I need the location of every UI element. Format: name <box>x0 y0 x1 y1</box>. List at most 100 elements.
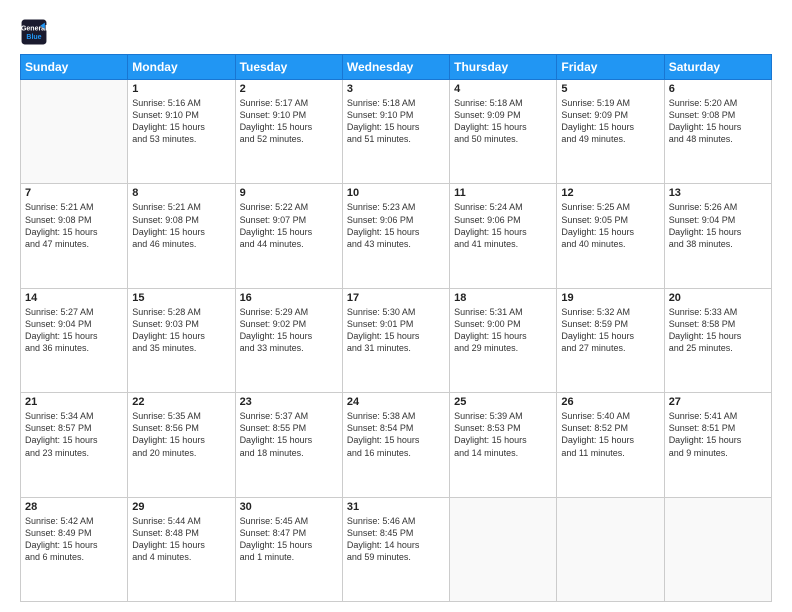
cell-info: Sunrise: 5:22 AM Sunset: 9:07 PM Dayligh… <box>240 201 338 250</box>
cell-info: Sunrise: 5:28 AM Sunset: 9:03 PM Dayligh… <box>132 306 230 355</box>
day-number: 20 <box>669 292 767 304</box>
calendar-cell: 29Sunrise: 5:44 AM Sunset: 8:48 PM Dayli… <box>128 497 235 601</box>
cell-info: Sunrise: 5:40 AM Sunset: 8:52 PM Dayligh… <box>561 410 659 459</box>
cell-info: Sunrise: 5:34 AM Sunset: 8:57 PM Dayligh… <box>25 410 123 459</box>
cell-info: Sunrise: 5:45 AM Sunset: 8:47 PM Dayligh… <box>240 515 338 564</box>
day-number: 8 <box>132 187 230 199</box>
calendar-cell: 5 Sunrise: 5:19 AM Sunset: 9:09 PM Daylig… <box>557 80 664 184</box>
calendar-cell: 25 Sunrise: 5:39 AM Sunset: 8:53 PM Dayli… <box>450 393 557 497</box>
cell-info: Sunrise: 5:27 AM Sunset: 9:04 PM Dayligh… <box>25 306 123 355</box>
cell-info: Sunrise: 5:35 AM Sunset: 8:56 PM Dayligh… <box>132 410 230 459</box>
calendar-cell: 20Sunrise: 5:33 AM Sunset: 8:58 PM Dayli… <box>664 288 771 392</box>
calendar-cell: 9 Sunrise: 5:22 AM Sunset: 9:07 PM Daylig… <box>235 184 342 288</box>
calendar-cell: 22 Sunrise: 5:35 AM Sunset: 8:56 PM Dayli… <box>128 393 235 497</box>
calendar-cell <box>21 80 128 184</box>
cell-info: Sunrise: 5:21 AM Sunset: 9:08 PM Dayligh… <box>25 201 123 250</box>
calendar-cell: 13 Sunrise: 5:26 AM Sunset: 9:04 PM Dayli… <box>664 184 771 288</box>
cell-info: Sunrise: 5:37 AM Sunset: 8:55 PM Dayligh… <box>240 410 338 459</box>
day-number: 4 <box>454 83 552 95</box>
calendar-week-3: 14 Sunrise: 5:27 AM Sunset: 9:04 PM Dayli… <box>21 288 772 392</box>
calendar-cell: 19 Sunrise: 5:32 AM Sunset: 8:59 PM Dayli… <box>557 288 664 392</box>
cell-info: Sunrise: 5:29 AM Sunset: 9:02 PM Dayligh… <box>240 306 338 355</box>
calendar-week-1: 1 Sunrise: 5:16 AM Sunset: 9:10 PM Daylig… <box>21 80 772 184</box>
calendar-cell: 26 Sunrise: 5:40 AM Sunset: 8:52 PM Dayli… <box>557 393 664 497</box>
day-number: 28 <box>25 501 123 513</box>
cell-info: Sunrise: 5:17 AM Sunset: 9:10 PM Dayligh… <box>240 97 338 146</box>
page: General Blue SundayMondayTuesdayWednesda… <box>0 0 792 612</box>
day-number: 16 <box>240 292 338 304</box>
day-number: 5 <box>561 83 659 95</box>
day-number: 3 <box>347 83 445 95</box>
day-number: 13 <box>669 187 767 199</box>
calendar-cell: 30 Sunrise: 5:45 AM Sunset: 8:47 PM Dayli… <box>235 497 342 601</box>
cell-info: Sunrise: 5:26 AM Sunset: 9:04 PM Dayligh… <box>669 201 767 250</box>
calendar-cell: 14 Sunrise: 5:27 AM Sunset: 9:04 PM Dayli… <box>21 288 128 392</box>
calendar-cell <box>450 497 557 601</box>
day-number: 14 <box>25 292 123 304</box>
calendar-week-4: 21Sunrise: 5:34 AM Sunset: 8:57 PM Dayli… <box>21 393 772 497</box>
cell-info: Sunrise: 5:32 AM Sunset: 8:59 PM Dayligh… <box>561 306 659 355</box>
day-number: 17 <box>347 292 445 304</box>
day-number: 27 <box>669 396 767 408</box>
cell-info: Sunrise: 5:41 AM Sunset: 8:51 PM Dayligh… <box>669 410 767 459</box>
cell-info: Sunrise: 5:16 AM Sunset: 9:10 PM Dayligh… <box>132 97 230 146</box>
cell-info: Sunrise: 5:23 AM Sunset: 9:06 PM Dayligh… <box>347 201 445 250</box>
day-number: 6 <box>669 83 767 95</box>
calendar-cell: 21Sunrise: 5:34 AM Sunset: 8:57 PM Dayli… <box>21 393 128 497</box>
calendar-cell <box>557 497 664 601</box>
cell-info: Sunrise: 5:38 AM Sunset: 8:54 PM Dayligh… <box>347 410 445 459</box>
calendar-cell: 11 Sunrise: 5:24 AM Sunset: 9:06 PM Dayli… <box>450 184 557 288</box>
cell-info: Sunrise: 5:24 AM Sunset: 9:06 PM Dayligh… <box>454 201 552 250</box>
calendar-cell: 27 Sunrise: 5:41 AM Sunset: 8:51 PM Dayli… <box>664 393 771 497</box>
calendar-cell: 15Sunrise: 5:28 AM Sunset: 9:03 PM Dayli… <box>128 288 235 392</box>
weekday-header-thursday: Thursday <box>450 55 557 80</box>
cell-info: Sunrise: 5:21 AM Sunset: 9:08 PM Dayligh… <box>132 201 230 250</box>
calendar-cell: 3 Sunrise: 5:18 AM Sunset: 9:10 PM Daylig… <box>342 80 449 184</box>
day-number: 19 <box>561 292 659 304</box>
day-number: 1 <box>132 83 230 95</box>
day-number: 7 <box>25 187 123 199</box>
calendar-cell: 4 Sunrise: 5:18 AM Sunset: 9:09 PM Daylig… <box>450 80 557 184</box>
calendar-cell: 24 Sunrise: 5:38 AM Sunset: 8:54 PM Dayli… <box>342 393 449 497</box>
day-number: 26 <box>561 396 659 408</box>
day-number: 12 <box>561 187 659 199</box>
calendar-week-5: 28Sunrise: 5:42 AM Sunset: 8:49 PM Dayli… <box>21 497 772 601</box>
calendar-cell: 23 Sunrise: 5:37 AM Sunset: 8:55 PM Dayli… <box>235 393 342 497</box>
cell-info: Sunrise: 5:30 AM Sunset: 9:01 PM Dayligh… <box>347 306 445 355</box>
cell-info: Sunrise: 5:18 AM Sunset: 9:09 PM Dayligh… <box>454 97 552 146</box>
calendar-cell: 18 Sunrise: 5:31 AM Sunset: 9:00 PM Dayli… <box>450 288 557 392</box>
calendar-cell: 7 Sunrise: 5:21 AM Sunset: 9:08 PM Daylig… <box>21 184 128 288</box>
day-number: 2 <box>240 83 338 95</box>
calendar-cell: 1 Sunrise: 5:16 AM Sunset: 9:10 PM Daylig… <box>128 80 235 184</box>
calendar-cell: 28Sunrise: 5:42 AM Sunset: 8:49 PM Dayli… <box>21 497 128 601</box>
logo-icon: General Blue <box>20 18 48 46</box>
cell-info: Sunrise: 5:19 AM Sunset: 9:09 PM Dayligh… <box>561 97 659 146</box>
calendar-cell: 12Sunrise: 5:25 AM Sunset: 9:05 PM Dayli… <box>557 184 664 288</box>
day-number: 25 <box>454 396 552 408</box>
cell-info: Sunrise: 5:20 AM Sunset: 9:08 PM Dayligh… <box>669 97 767 146</box>
cell-info: Sunrise: 5:18 AM Sunset: 9:10 PM Dayligh… <box>347 97 445 146</box>
weekday-header-saturday: Saturday <box>664 55 771 80</box>
day-number: 30 <box>240 501 338 513</box>
day-number: 18 <box>454 292 552 304</box>
day-number: 24 <box>347 396 445 408</box>
calendar-cell: 2 Sunrise: 5:17 AM Sunset: 9:10 PM Daylig… <box>235 80 342 184</box>
day-number: 29 <box>132 501 230 513</box>
weekday-header-wednesday: Wednesday <box>342 55 449 80</box>
cell-info: Sunrise: 5:39 AM Sunset: 8:53 PM Dayligh… <box>454 410 552 459</box>
cell-info: Sunrise: 5:31 AM Sunset: 9:00 PM Dayligh… <box>454 306 552 355</box>
weekday-header-tuesday: Tuesday <box>235 55 342 80</box>
day-number: 23 <box>240 396 338 408</box>
calendar-cell <box>664 497 771 601</box>
weekday-header-friday: Friday <box>557 55 664 80</box>
calendar-cell: 17 Sunrise: 5:30 AM Sunset: 9:01 PM Dayli… <box>342 288 449 392</box>
day-number: 11 <box>454 187 552 199</box>
header: General Blue <box>20 18 772 46</box>
calendar-cell: 6 Sunrise: 5:20 AM Sunset: 9:08 PM Daylig… <box>664 80 771 184</box>
calendar-header-row: SundayMondayTuesdayWednesdayThursdayFrid… <box>21 55 772 80</box>
weekday-header-monday: Monday <box>128 55 235 80</box>
calendar-cell: 16 Sunrise: 5:29 AM Sunset: 9:02 PM Dayli… <box>235 288 342 392</box>
day-number: 9 <box>240 187 338 199</box>
day-number: 22 <box>132 396 230 408</box>
svg-text:Blue: Blue <box>26 34 41 41</box>
